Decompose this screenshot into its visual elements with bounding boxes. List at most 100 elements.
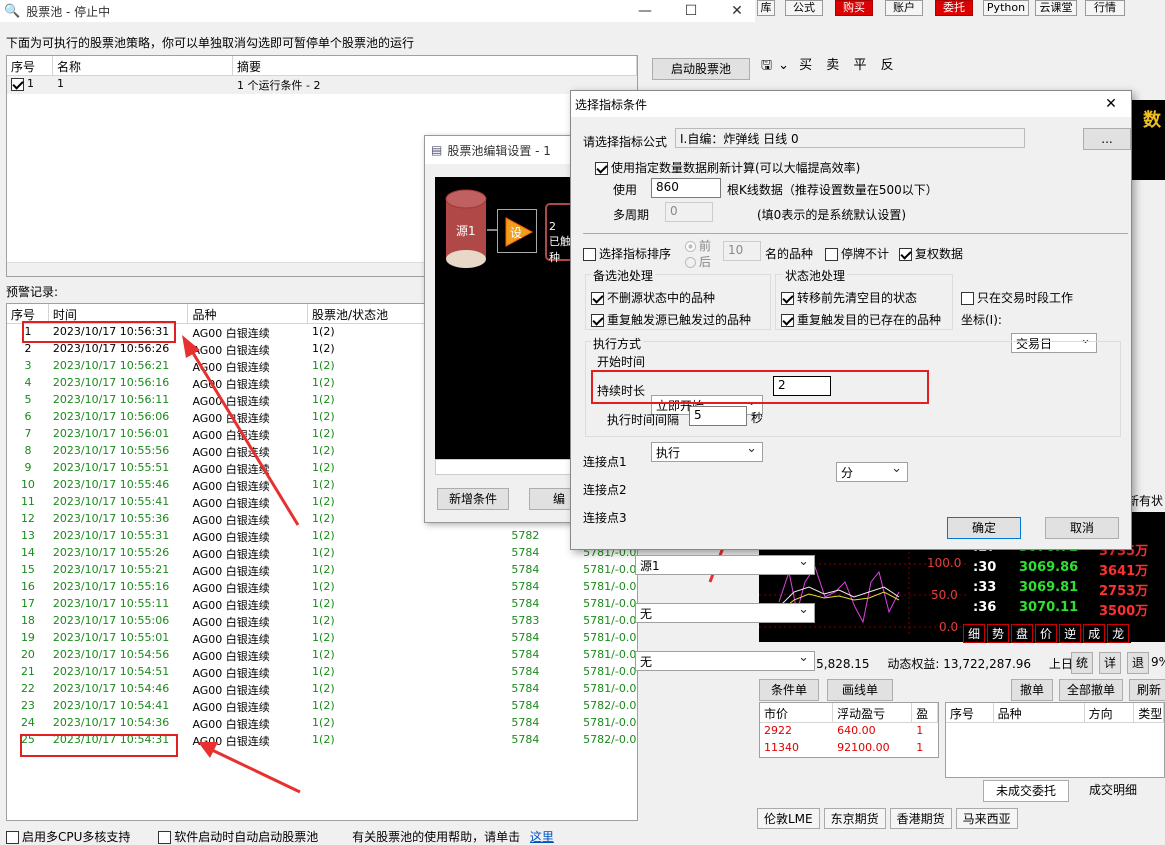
set-node[interactable]: 设	[497, 209, 537, 253]
table-row[interactable]: 11340 92100.00 1	[760, 740, 938, 757]
line-order-button[interactable]: 画线单	[827, 679, 893, 701]
state1-row: 转移前先清空目的状态	[781, 289, 917, 306]
interval-label: 执行时间间隔	[607, 413, 680, 427]
use-count-label: 使用指定数量数据刷新计算(可以大幅提高效率)	[611, 161, 861, 175]
detail-tab[interactable]: 价	[1035, 624, 1058, 643]
order-col-symbol[interactable]: 品种	[994, 703, 1085, 722]
coord-label: 坐标(I):	[961, 313, 1002, 327]
toolbar-close[interactable]: 平	[853, 58, 866, 73]
menu-buy[interactable]: 购买	[835, 0, 873, 16]
menu-market[interactable]: 行情	[1085, 0, 1125, 16]
order-col-type[interactable]: 类型	[1134, 703, 1164, 722]
browse-button[interactable]: ...	[1083, 128, 1131, 150]
quote-p: 3069.86	[1019, 560, 1079, 575]
quote-p: 3070.11	[1019, 600, 1079, 615]
source-node[interactable]: 源1	[445, 189, 487, 269]
pos-col-pnl[interactable]: 浮动盈亏	[833, 703, 913, 722]
cancel-order-button[interactable]: 撤单	[1011, 679, 1053, 701]
set-label: 设	[510, 226, 523, 240]
tab-unfilled[interactable]: 未成交委托	[983, 780, 1069, 802]
menu-order[interactable]: 委托	[935, 0, 973, 16]
market-tab[interactable]: 伦敦LME	[757, 808, 820, 829]
ok-button[interactable]: 确定	[947, 517, 1021, 539]
use-count-checkbox[interactable]	[595, 162, 608, 175]
quote-row: :30 3069.86 3641万	[973, 560, 1163, 580]
detail-button[interactable]: 详	[1099, 652, 1121, 674]
position-table: 市价 浮动盈亏 盈 2922 640.00 1 11340 92100.00 1	[759, 702, 939, 758]
tab-filled[interactable]: 成交明细	[1073, 780, 1153, 802]
sort-checkbox[interactable]	[583, 248, 596, 261]
toolbar-reverse[interactable]: 反	[881, 58, 894, 73]
multi-period-input[interactable]: 0	[665, 202, 713, 222]
conn1-select[interactable]: 源1	[635, 554, 815, 575]
edit-button[interactable]: 编	[529, 488, 573, 510]
menu-classroom[interactable]: 云课堂	[1035, 0, 1077, 16]
toolbar-buy[interactable]: 买	[799, 58, 812, 73]
trade-only-checkbox[interactable]	[961, 292, 974, 305]
menu-formula[interactable]: 公式	[785, 0, 823, 16]
stats-button[interactable]: 统	[1071, 652, 1093, 674]
editor-titlebar: ▤ 股票池编辑设置 - 1	[425, 136, 573, 164]
conditional-order-button[interactable]: 条件单	[759, 679, 819, 701]
suspend-checkbox[interactable]	[825, 248, 838, 261]
detail-tab[interactable]: 细	[963, 624, 986, 643]
radio-front[interactable]: 前	[685, 237, 711, 254]
duration-unit-select[interactable]: 分	[836, 461, 908, 482]
table-row[interactable]: 2922 640.00 1	[760, 723, 938, 740]
detail-tab[interactable]: 逆	[1059, 624, 1082, 643]
bar-count-input[interactable]: 860	[651, 178, 721, 198]
trade-only-row: 只在交易时段工作	[961, 289, 1073, 306]
order-table: 序号 品种 方向 类型	[945, 702, 1165, 778]
state2-checkbox[interactable]	[781, 314, 794, 327]
refresh-status[interactable]: 新有状	[1127, 492, 1163, 509]
rank-input[interactable]: 10	[723, 241, 761, 261]
pos-col-price[interactable]: 市价	[760, 703, 834, 722]
editor-hscroll[interactable]	[435, 459, 573, 475]
dialog-titlebar: 选择指标条件 ✕	[571, 91, 1131, 117]
cand1-checkbox[interactable]	[591, 292, 604, 305]
state1-checkbox[interactable]	[781, 292, 794, 305]
pos-col-profit[interactable]: 盈	[912, 703, 938, 722]
connector-line	[487, 229, 497, 231]
menu-account[interactable]: 账户	[885, 0, 923, 16]
detail-tab[interactable]: 龙	[1107, 624, 1130, 643]
trade-toolbar: 🖫 ⌄ 买 卖 平 反	[761, 58, 894, 73]
dialog-close-icon[interactable]: ✕	[1091, 96, 1131, 112]
duration-mode-select[interactable]: 执行	[651, 441, 763, 462]
toolbar-sell[interactable]: 卖	[826, 58, 839, 73]
state2-row: 重复触发目的已存在的品种	[781, 311, 941, 328]
detail-tab[interactable]: 势	[987, 624, 1010, 643]
quote-row: :33 3069.81 2753万	[973, 580, 1163, 600]
exit-button[interactable]: 退	[1127, 652, 1149, 674]
axis-100: 100.0	[927, 556, 962, 570]
adjust-checkbox[interactable]	[899, 248, 912, 261]
cand2-checkbox[interactable]	[591, 314, 604, 327]
add-condition-button[interactable]: 新增条件	[437, 488, 509, 510]
save-icon[interactable]: 🖫	[761, 58, 772, 73]
axis-0: 0.0	[939, 620, 959, 634]
menu-library[interactable]: 库	[757, 0, 775, 16]
cancel-button[interactable]: 取消	[1045, 517, 1119, 539]
detail-tab[interactable]: 盘	[1011, 624, 1034, 643]
market-tab[interactable]: 马来西亚	[955, 808, 1018, 829]
detail-tab[interactable]: 成	[1083, 624, 1106, 643]
interval-input[interactable]: 5	[689, 406, 747, 426]
cancel-all-button[interactable]: 全部撤单	[1059, 679, 1123, 701]
conn3-select[interactable]: 无	[635, 650, 815, 671]
order-col-direction[interactable]: 方向	[1085, 703, 1135, 722]
quote-v: 3641万	[1099, 564, 1149, 579]
order-col-index[interactable]: 序号	[946, 703, 994, 722]
pct-value: 9%	[1151, 655, 1165, 669]
duration-value-input[interactable]: 2	[773, 376, 831, 396]
bar-count-hint: 根K线数据（推荐设置数量在500以下）	[727, 183, 938, 197]
formula-field[interactable]: I.自编：炸弹线 日线 0	[675, 128, 1025, 148]
conn2-select[interactable]: 无	[635, 602, 815, 623]
interval-unit: 秒	[751, 411, 764, 425]
quote-t: :36	[973, 600, 997, 615]
refresh-button[interactable]: 刷新	[1129, 679, 1165, 701]
market-tab[interactable]: 东京期货	[823, 808, 886, 829]
menu-python[interactable]: Python	[983, 0, 1029, 16]
market-tab[interactable]: 香港期货	[889, 808, 952, 829]
sort-row: 选择指标排序	[583, 245, 671, 262]
radio-back[interactable]: 后	[685, 253, 711, 270]
